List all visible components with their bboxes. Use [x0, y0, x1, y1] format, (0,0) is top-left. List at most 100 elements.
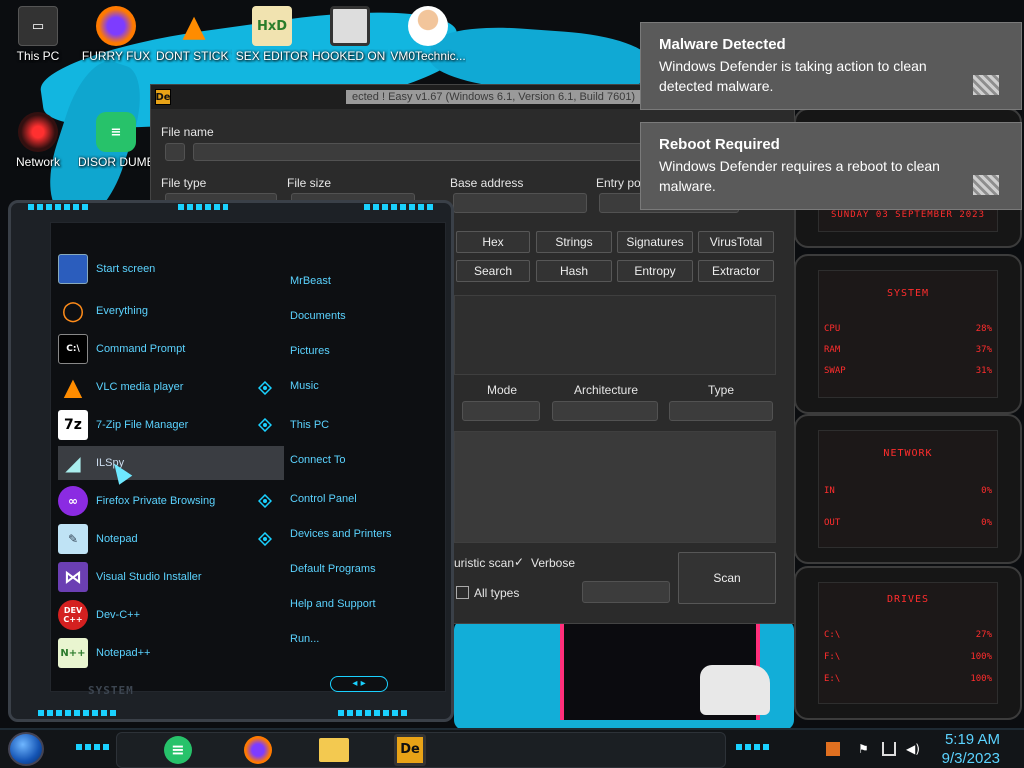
results-panel[interactable] — [454, 431, 776, 543]
start-orb-button[interactable] — [8, 732, 44, 766]
file-browse-button[interactable] — [165, 143, 185, 161]
info-panel — [454, 295, 776, 375]
desktop-icon-dont-stick[interactable]: ▲ DONT STICK THIS IN YO... — [156, 6, 232, 64]
start-item-notepadpp[interactable]: N++ Notepad++ — [58, 636, 284, 670]
base-address-field[interactable] — [453, 193, 587, 213]
notification-malware-detected[interactable]: Malware Detected Windows Defender is tak… — [640, 22, 1022, 110]
start-link-connect-to[interactable]: Connect To — [290, 454, 345, 466]
start-menu-expand-button[interactable]: ◂ ▸ — [330, 676, 388, 692]
search-button[interactable]: Search — [456, 260, 530, 282]
start-link-devices-printers[interactable]: Devices and Printers — [290, 528, 392, 540]
mode-field[interactable] — [462, 401, 540, 421]
detector-app-icon: De — [397, 737, 423, 763]
architecture-field[interactable] — [552, 401, 658, 421]
devcpp-icon: DEV C++ — [58, 600, 88, 630]
taskbar-chat-app-icon[interactable]: ≡ — [162, 734, 194, 766]
vlc-cone-icon: ▲ — [182, 8, 206, 44]
defender-icon — [973, 75, 999, 95]
desktop-icon-vm0technic[interactable]: VM0Technic... — [390, 6, 466, 63]
drives-widget: DRIVES C:\ 27% F:\ 100% E:\ 100% — [794, 566, 1022, 720]
start-link-run[interactable]: Run... — [290, 633, 319, 645]
verbose-checkmark-icon[interactable]: ✓ — [514, 555, 524, 569]
start-menu-accent — [38, 710, 118, 716]
detector-app-icon: De — [155, 89, 171, 105]
tray-app-icon[interactable] — [826, 742, 840, 756]
taskbar: ≡ De ⚑ ◀) 5:19 AM 9/3/2023 — [0, 728, 1024, 768]
notification-title: Malware Detected — [659, 36, 786, 53]
desktop-icon-sex-editor[interactable]: HxD SEX EDITOR — [234, 6, 310, 63]
tray-volume-icon[interactable]: ◀) — [906, 742, 920, 756]
desktop-icon-label: DONT STICK THIS IN YO... — [156, 49, 232, 63]
desktop-icon-label: FURRY FUX — [81, 49, 151, 63]
start-item-notepad[interactable]: ✎ Notepad — [58, 522, 284, 556]
start-link-documents[interactable]: Documents — [290, 310, 346, 322]
drive-e-row: E:\ 100% — [824, 674, 992, 684]
scan-progress-field — [582, 581, 670, 603]
start-link-default-programs[interactable]: Default Programs — [290, 563, 376, 575]
hex-button[interactable]: Hex — [456, 231, 530, 253]
start-item-everything[interactable]: ○ Everything — [58, 294, 284, 328]
firefox-icon — [244, 736, 272, 764]
computer-icon: ▭ — [18, 6, 58, 46]
taskbar-detector-app-icon[interactable]: De — [394, 734, 426, 766]
desktop-icon-network[interactable]: Network — [0, 112, 76, 169]
taskbar-firefox-icon[interactable] — [242, 734, 274, 766]
desktop-icon-this-pc[interactable]: ▭ This PC — [0, 6, 76, 63]
widget-date: SUNDAY 03 SEPTEMBER 2023 — [830, 210, 986, 220]
network-globe-icon — [18, 112, 58, 152]
taskbar-clock[interactable]: 5:19 AM 9/3/2023 — [920, 730, 1000, 768]
start-link-this-pc[interactable]: This PC — [290, 419, 329, 431]
start-item-ilspy[interactable]: ◢ ILSpy — [58, 446, 284, 480]
heuristic-scan-option[interactable]: uristic scan — [454, 556, 514, 570]
start-item-start-screen[interactable]: Start screen — [58, 252, 284, 286]
in-value: 0% — [981, 486, 992, 496]
tray-network-icon[interactable] — [882, 742, 896, 756]
submenu-arrow-icon[interactable] — [258, 381, 272, 395]
taskbar-file-explorer-icon[interactable] — [318, 734, 350, 766]
start-item-command-prompt[interactable]: C:\ Command Prompt — [58, 332, 284, 366]
submenu-arrow-icon[interactable] — [258, 418, 272, 432]
in-label: IN — [824, 486, 835, 496]
desktop-icon-discord[interactable]: ≡ DISOR DUMBAS — [78, 112, 154, 169]
virustotal-button[interactable]: VirusTotal — [698, 231, 774, 253]
start-link-help-support[interactable]: Help and Support — [290, 598, 376, 610]
start-menu-accent — [364, 204, 434, 210]
swap-value: 31% — [975, 366, 992, 376]
defender-icon — [973, 175, 999, 195]
entropy-button[interactable]: Entropy — [617, 260, 693, 282]
all-types-checkbox[interactable] — [456, 586, 469, 599]
start-link-music[interactable]: Music — [290, 380, 319, 392]
submenu-arrow-icon[interactable] — [258, 532, 272, 546]
start-link-control-panel[interactable]: Control Panel — [290, 493, 357, 505]
desktop-icon-hooked-on-yonix[interactable]: HOOKED ON YONIX — [312, 6, 388, 63]
file-name-label: File name — [161, 125, 214, 139]
scan-button[interactable]: Scan — [678, 552, 776, 604]
swap-row: SWAP 31% — [824, 366, 992, 376]
start-item-vlc[interactable]: ▲ VLC media player — [58, 370, 284, 404]
start-item-firefox-private[interactable]: ∞ Firefox Private Browsing — [58, 484, 284, 518]
verbose-option[interactable]: Verbose — [531, 556, 575, 570]
start-item-7zip[interactable]: 7z 7-Zip File Manager — [58, 408, 284, 442]
start-item-label: Notepad++ — [96, 647, 151, 659]
type-field[interactable] — [669, 401, 773, 421]
drive-f-label: F:\ — [824, 652, 841, 662]
start-link-pictures[interactable]: Pictures — [290, 345, 330, 357]
in-row: IN 0% — [824, 486, 992, 496]
notification-reboot-required[interactable]: Reboot Required Windows Defender require… — [640, 122, 1022, 210]
drive-c-row: C:\ 27% — [824, 630, 992, 640]
tray-notification-flag-icon[interactable]: ⚑ — [858, 742, 872, 756]
extractor-button[interactable]: Extractor — [698, 260, 774, 282]
notification-body: Windows Defender is taking action to cle… — [659, 58, 927, 94]
hex-editor-icon: HxD — [252, 6, 292, 46]
vlc-cone-icon: ▲ — [63, 373, 83, 401]
submenu-arrow-icon[interactable] — [258, 494, 272, 508]
signatures-button[interactable]: Signatures — [617, 231, 693, 253]
start-item-vs-installer[interactable]: ⋈ Visual Studio Installer — [58, 560, 284, 594]
start-menu[interactable]: Start screen ○ Everything C:\ Command Pr… — [8, 200, 454, 722]
desktop-icon-furry-fux[interactable]: FURRY FUX — [78, 6, 154, 63]
hash-button[interactable]: Hash — [536, 260, 612, 282]
strings-button[interactable]: Strings — [536, 231, 612, 253]
folder-icon — [319, 738, 349, 762]
start-item-devcpp[interactable]: DEV C++ Dev-C++ — [58, 598, 284, 632]
start-link-mrbeast[interactable]: MrBeast — [290, 275, 331, 287]
